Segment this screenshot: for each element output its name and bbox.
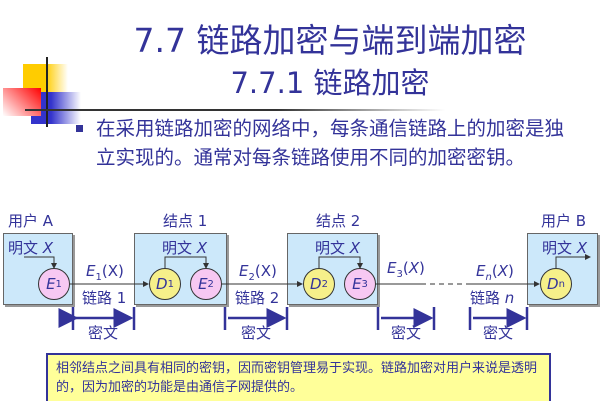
note-box: 相邻结点之间具有相同的密钥，因而密钥管理易于实现。链路加密对用户来说是透明的，因… xyxy=(46,353,551,401)
linkn-label: 链路 n xyxy=(470,289,515,307)
plaintext-label-node2: 明文 X xyxy=(315,239,361,257)
link2-label: 链路 2 xyxy=(235,289,280,307)
decrypt-d2: D2 xyxy=(303,268,335,300)
ciphertext-label-1: 密文 xyxy=(88,324,119,342)
encrypt-e1: E1 xyxy=(38,268,70,300)
ciphertext-e2x: E2(X) xyxy=(239,262,277,283)
ciphertext-label-n: 密文 xyxy=(483,324,514,342)
encrypt-e2: E2 xyxy=(190,268,222,300)
decrypt-dn: Dn xyxy=(540,268,572,300)
ciphertext-label-2: 密文 xyxy=(241,324,272,342)
decrypt-d1: D1 xyxy=(149,268,181,300)
link1-label: 链路 1 xyxy=(82,289,127,307)
plaintext-label-a: 明文 X xyxy=(8,239,54,257)
ciphertext-e3x: E3(X) xyxy=(387,259,425,280)
plaintext-label-node1: 明文 X xyxy=(162,239,208,257)
ciphertext-e1x: E1(X) xyxy=(86,262,124,283)
ciphertext-label-3: 密文 xyxy=(391,324,422,342)
plaintext-label-b: 明文 X xyxy=(542,239,588,257)
ciphertext-enx: En(X) xyxy=(476,262,514,283)
encrypt-e3: E3 xyxy=(344,268,376,300)
